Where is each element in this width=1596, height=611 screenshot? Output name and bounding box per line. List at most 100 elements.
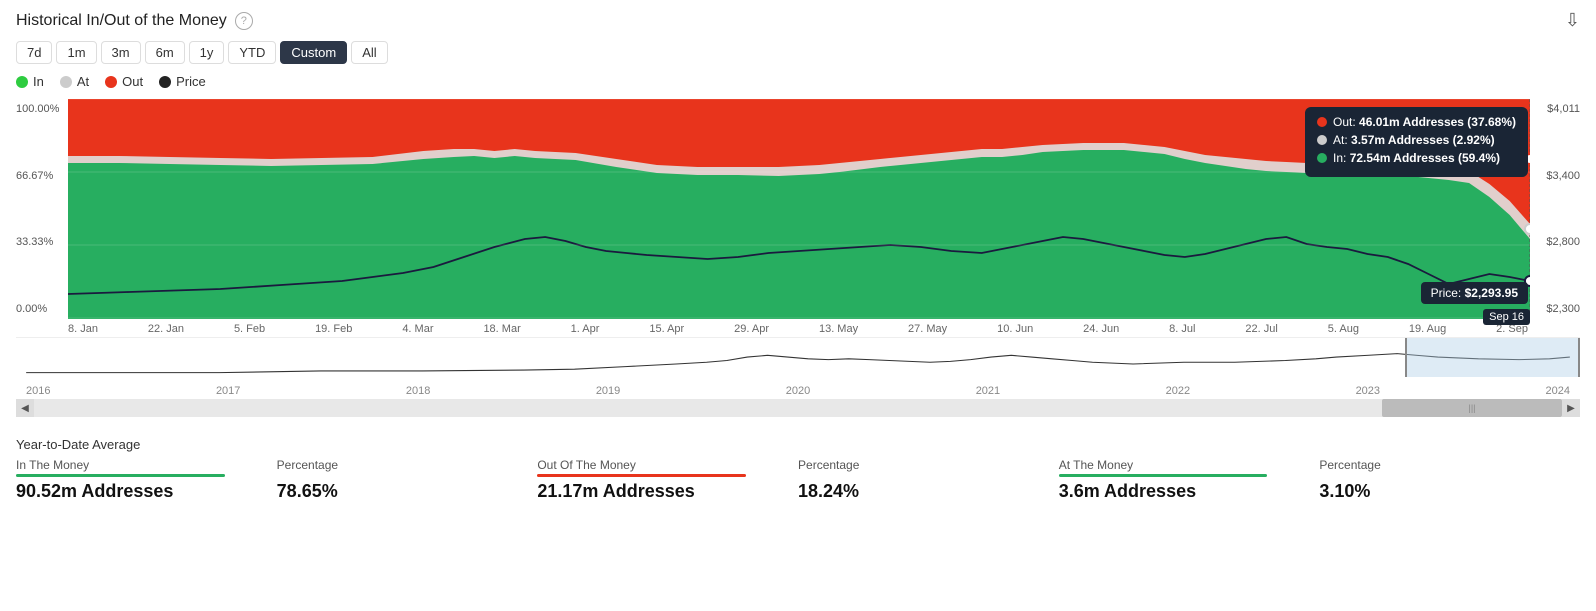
stats-at-pct-underline bbox=[1319, 474, 1528, 477]
navigator-selection[interactable] bbox=[1405, 338, 1580, 377]
date-label: Sep 16 bbox=[1483, 309, 1530, 325]
navigator-x-axis: 2016 2017 2018 2019 2020 2021 2022 2023 … bbox=[16, 385, 1580, 397]
scroll-bar[interactable]: ◀ ||| ▶ bbox=[16, 399, 1580, 417]
scroll-left-arrow[interactable]: ◀ bbox=[16, 399, 34, 417]
in-label: In bbox=[33, 74, 44, 89]
nav-2024: 2024 bbox=[1546, 385, 1570, 397]
stats-title: Year-to-Date Average bbox=[16, 437, 1580, 452]
scroll-thumb-handle: ||| bbox=[1382, 399, 1562, 417]
tooltip-out-dot bbox=[1317, 117, 1327, 127]
x-axis: 8. Jan 22. Jan 5. Feb 19. Feb 4. Mar 18.… bbox=[16, 323, 1580, 335]
at-label: At bbox=[77, 74, 89, 89]
stats-out-money: Out Of The Money 21.17m Addresses bbox=[537, 458, 798, 502]
tooltip-out-value: 46.01m Addresses (37.68%) bbox=[1359, 115, 1516, 129]
stats-in-pct-label: Percentage bbox=[277, 458, 538, 472]
filter-ytd[interactable]: YTD bbox=[228, 41, 276, 64]
filter-custom[interactable]: Custom bbox=[280, 41, 347, 64]
tooltip-in-label: In: 72.54m Addresses (59.4%) bbox=[1333, 151, 1500, 165]
stats-section: Year-to-Date Average In The Money 90.52m… bbox=[16, 431, 1580, 502]
stats-out-value: 21.17m Addresses bbox=[537, 481, 798, 502]
price-3400: $3,400 bbox=[1530, 170, 1580, 182]
legend: In At Out Price bbox=[16, 74, 1580, 89]
stats-out-pct-value: 18.24% bbox=[798, 481, 1059, 502]
legend-price: Price bbox=[159, 74, 206, 89]
price-label: Price bbox=[176, 74, 206, 89]
x-label-5: 18. Mar bbox=[483, 323, 520, 335]
stats-at-money: At The Money 3.6m Addresses bbox=[1059, 458, 1320, 502]
chart-svg-container: Out: 46.01m Addresses (37.68%) At: 3.57m… bbox=[68, 99, 1530, 319]
scroll-thumb[interactable]: ||| bbox=[1382, 399, 1562, 417]
tooltip-at-row: At: 3.57m Addresses (2.92%) bbox=[1317, 133, 1516, 147]
x-label-14: 22. Jul bbox=[1245, 323, 1277, 335]
out-dot bbox=[105, 76, 117, 88]
scroll-right-arrow[interactable]: ▶ bbox=[1562, 399, 1580, 417]
out-label: Out bbox=[122, 74, 143, 89]
header-row: Historical In/Out of the Money ? ⇩ bbox=[16, 10, 1580, 31]
tooltip-in-value: 72.54m Addresses (59.4%) bbox=[1350, 151, 1500, 165]
tooltip-price-text: Price: $2,293.95 bbox=[1431, 286, 1518, 300]
x-label-8: 29. Apr bbox=[734, 323, 769, 335]
stats-out-pct-underline bbox=[798, 474, 1007, 477]
stats-in-money: In The Money 90.52m Addresses bbox=[16, 458, 277, 502]
stats-row: In The Money 90.52m Addresses Percentage… bbox=[16, 458, 1580, 502]
tooltip-in-dot bbox=[1317, 153, 1327, 163]
tooltip-out-label: Out: 46.01m Addresses (37.68%) bbox=[1333, 115, 1516, 129]
x-label-7: 15. Apr bbox=[649, 323, 684, 335]
help-icon[interactable]: ? bbox=[235, 12, 253, 30]
tooltip-at-dot bbox=[1317, 135, 1327, 145]
x-label-0: 8. Jan bbox=[68, 323, 98, 335]
x-label-6: 1. Apr bbox=[571, 323, 600, 335]
tooltip-price-box: Price: $2,293.95 bbox=[1421, 282, 1528, 304]
price-4011: $4,011 bbox=[1530, 103, 1580, 115]
stats-in-label: In The Money bbox=[16, 458, 277, 472]
nav-2023: 2023 bbox=[1356, 385, 1380, 397]
stats-in-value: 90.52m Addresses bbox=[16, 481, 277, 502]
main-chart-area: 100.00% 66.67% 33.33% 0.00% bbox=[16, 99, 1580, 319]
x-label-16: 19. Aug bbox=[1409, 323, 1446, 335]
legend-in: In bbox=[16, 74, 44, 89]
stats-at-pct-value: 3.10% bbox=[1319, 481, 1580, 502]
tooltip-at-value: 3.57m Addresses (2.92%) bbox=[1351, 133, 1495, 147]
filter-1m[interactable]: 1m bbox=[56, 41, 96, 64]
navigator-chart bbox=[16, 338, 1580, 377]
stats-in-pct: Percentage 78.65% bbox=[277, 458, 538, 502]
price-2800: $2,800 bbox=[1530, 236, 1580, 248]
x-label-1: 22. Jan bbox=[148, 323, 184, 335]
stats-at-value: 3.6m Addresses bbox=[1059, 481, 1320, 502]
stats-at-label: At The Money bbox=[1059, 458, 1320, 472]
stats-in-pct-underline bbox=[277, 474, 486, 477]
tooltip-out-row: Out: 46.01m Addresses (37.68%) bbox=[1317, 115, 1516, 129]
x-label-13: 8. Jul bbox=[1169, 323, 1195, 335]
x-label-4: 4. Mar bbox=[402, 323, 433, 335]
y-33: 33.33% bbox=[16, 236, 68, 248]
stats-at-pct-label: Percentage bbox=[1319, 458, 1580, 472]
time-filter-bar: 7d 1m 3m 6m 1y YTD Custom All bbox=[16, 41, 1580, 64]
price-2300: $2,300 bbox=[1530, 303, 1580, 315]
y-axis: 100.00% 66.67% 33.33% 0.00% bbox=[16, 99, 68, 319]
filter-all[interactable]: All bbox=[351, 41, 387, 64]
x-label-11: 10. Jun bbox=[997, 323, 1033, 335]
stats-at-pct: Percentage 3.10% bbox=[1319, 458, 1580, 502]
y-67: 66.67% bbox=[16, 170, 68, 182]
tooltip-at-label: At: 3.57m Addresses (2.92%) bbox=[1333, 133, 1495, 147]
stats-out-underline bbox=[537, 474, 746, 477]
download-button[interactable]: ⇩ bbox=[1565, 10, 1580, 31]
price-axis: $4,011 $3,400 $2,800 $2,300 bbox=[1530, 99, 1580, 319]
x-label-15: 5. Aug bbox=[1328, 323, 1359, 335]
header-left: Historical In/Out of the Money ? bbox=[16, 12, 253, 30]
stats-in-pct-value: 78.65% bbox=[277, 481, 538, 502]
stats-at-underline bbox=[1059, 474, 1268, 477]
scroll-track[interactable]: ||| bbox=[34, 399, 1562, 417]
page-title: Historical In/Out of the Money bbox=[16, 12, 227, 30]
filter-6m[interactable]: 6m bbox=[145, 41, 185, 64]
in-dot bbox=[16, 76, 28, 88]
nav-2017: 2017 bbox=[216, 385, 240, 397]
navigator-area: 2016 2017 2018 2019 2020 2021 2022 2023 … bbox=[16, 337, 1580, 397]
filter-7d[interactable]: 7d bbox=[16, 41, 52, 64]
stats-out-pct: Percentage 18.24% bbox=[798, 458, 1059, 502]
tooltip-in-row: In: 72.54m Addresses (59.4%) bbox=[1317, 151, 1516, 165]
filter-3m[interactable]: 3m bbox=[101, 41, 141, 64]
filter-1y[interactable]: 1y bbox=[189, 41, 225, 64]
nav-2021: 2021 bbox=[976, 385, 1000, 397]
stats-out-label: Out Of The Money bbox=[537, 458, 798, 472]
